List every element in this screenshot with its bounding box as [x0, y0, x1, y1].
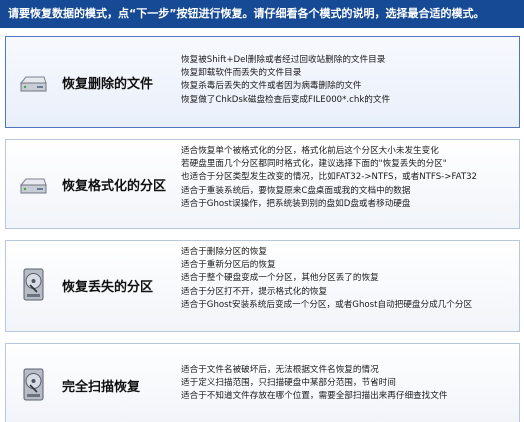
mode-recover-formatted-partition[interactable]: 恢复格式化的分区 适合恢复单个被格式化的分区，格式化前后这个分区大小未发生变化 … — [5, 139, 520, 229]
mode-title: 恢复格式化的分区 — [62, 179, 167, 194]
mode-description: 适合于删除分区的恢复 适合于重新分区后的恢复 适合于整个硬盘变成一个分区，其他分… — [181, 246, 515, 312]
open-hard-drive-icon — [18, 368, 48, 401]
description-line: 适于定义扫描范围，只扫描硬盘中某部分范围，节省时间 — [181, 378, 396, 389]
mode-description: 适合于文件名被破坏后，无法根据文件名恢复的情况 适于定义扫描范围，只扫描硬盘中某… — [181, 364, 515, 404]
description-line: 恢复做了ChkDsk磁盘检查后变成FILE000*.chk的文件 — [181, 94, 391, 105]
description-line: 若硬盘里面几个分区都同时格式化，建议选择下面的"恢复丢失的分区" — [181, 159, 447, 170]
hard-disk-icon — [18, 171, 48, 201]
hard-disk-icon — [18, 69, 48, 99]
mode-title: 恢复删除的文件 — [62, 77, 154, 92]
description-line: 适合于Ghost安装系统后变成一个分区，或者Ghost自动把硬盘分成几个分区 — [181, 299, 473, 310]
description-line: 适合于重装系统后，要恢复原来C盘桌面或我的文档中的数据 — [181, 185, 411, 196]
mode-title: 恢复丢失的分区 — [62, 280, 154, 295]
description-line: 适合于整个硬盘变成一个分区，其他分区丢了的恢复 — [181, 273, 379, 284]
description-line: 适合恢复单个被格式化的分区，格式化前后这个分区大小未发生变化 — [181, 146, 439, 156]
description-line: 适合于不知道文件存放在哪个位置，需要全部扫描出来再仔细查找文件 — [181, 391, 448, 402]
description-line: 恢复杀毒后丢失的文件或者因为病毒删除的文件 — [181, 81, 362, 92]
mode-recover-deleted-files[interactable]: 恢复删除的文件 恢复被Shift+Del删除或者经过回收站删除的文件目录 恢复卸… — [5, 36, 520, 128]
mode-description: 适合恢复单个被格式化的分区，格式化前后这个分区大小未发生变化 若硬盘里面几个分区… — [181, 145, 515, 211]
mode-description: 恢复被Shift+Del删除或者经过回收站删除的文件目录 恢复卸载软件而丢失的文… — [181, 54, 515, 107]
open-hard-drive-icon — [18, 268, 48, 301]
mode-full-scan-recovery[interactable]: 完全扫描恢复 适合于文件名被破坏后，无法根据文件名恢复的情况 适于定义扫描范围，… — [5, 343, 520, 422]
description-line: 适合于重新分区后的恢复 — [181, 260, 276, 271]
mode-recover-lost-partition[interactable]: 恢复丢失的分区 适合于删除分区的恢复 适合于重新分区后的恢复 适合于整个硬盘变成… — [5, 240, 520, 332]
instruction-header: 请要恢复数据的模式，点“下一步”按钮进行恢复。请仔细看各个模式的说明，选择最合适… — [0, 0, 524, 28]
description-line: 适合于Ghost误操作，把系统装到别的盘如D盘或者移动硬盘 — [181, 198, 411, 209]
description-line: 适合于文件名被破坏后，无法根据文件名恢复的情况 — [181, 365, 379, 375]
description-line: 适合于分区打不开，提示格式化的恢复 — [181, 286, 328, 297]
description-line: 恢复卸载软件而丢失的文件目录 — [181, 68, 302, 79]
mode-title: 完全扫描恢复 — [62, 380, 141, 395]
description-line: 恢复被Shift+Del删除或者经过回收站删除的文件目录 — [181, 55, 386, 65]
description-line: 适合于删除分区的恢复 — [181, 247, 267, 257]
description-line: 也适合于分区类型发生改变的情况，比如FAT32->NTFS，或者NTFS->FA… — [181, 172, 478, 183]
